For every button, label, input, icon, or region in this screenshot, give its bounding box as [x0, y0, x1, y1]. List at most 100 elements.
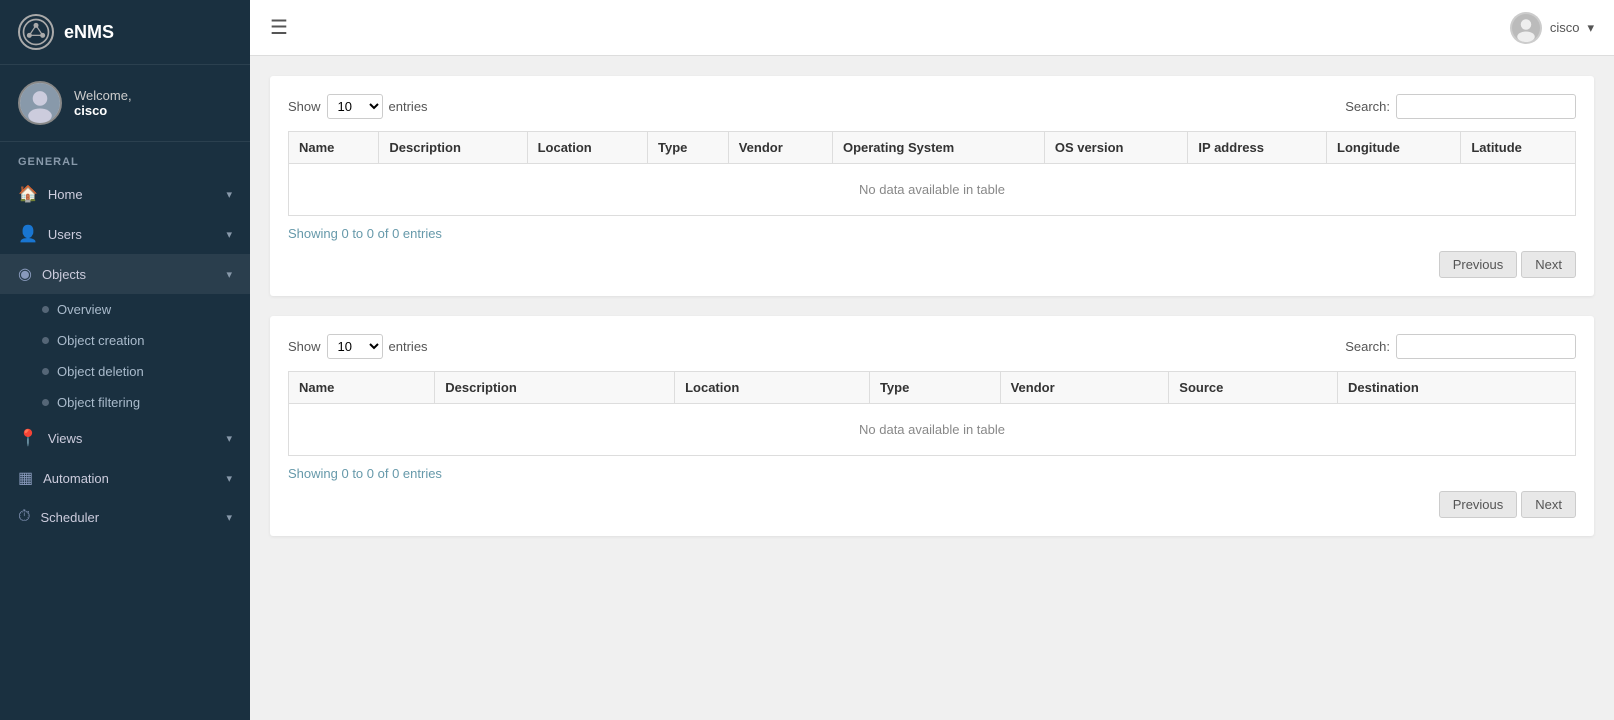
- sidebar-sub-object-creation[interactable]: Object creation: [42, 325, 250, 356]
- welcome-label: Welcome,: [74, 88, 132, 103]
- panel2-entries-label: entries: [389, 339, 428, 354]
- sidebar-item-objects[interactable]: ◉ Objects ▾: [0, 254, 250, 294]
- col2-vendor: Vendor: [1000, 372, 1169, 404]
- sidebar-item-users-label: Users: [48, 227, 82, 242]
- sidebar-item-automation-label: Automation: [43, 471, 109, 486]
- app-name: eNMS: [64, 22, 114, 43]
- panel1-controls: Show 10 25 50 100 entries Search:: [288, 94, 1576, 119]
- col-type: Type: [647, 132, 728, 164]
- col2-name: Name: [289, 372, 435, 404]
- nodes-table: Name Description Location Type Vendor Op…: [288, 131, 1576, 216]
- sidebar-sub-object-filtering[interactable]: Object filtering: [42, 387, 250, 418]
- panel2-show-label: Show: [288, 339, 321, 354]
- dot-overview: [42, 306, 49, 313]
- avatar: [18, 81, 62, 125]
- col-vendor: Vendor: [728, 132, 832, 164]
- object-creation-label: Object creation: [57, 333, 144, 348]
- views-icon: 📍: [18, 428, 38, 448]
- sidebar-sub-overview[interactable]: Overview: [42, 294, 250, 325]
- sidebar-item-home[interactable]: 🏠 Home ▾: [0, 174, 250, 214]
- panel1-showing: Showing 0 to 0 of 0 entries: [288, 226, 1576, 241]
- dot-deletion: [42, 368, 49, 375]
- col-description: Description: [379, 132, 527, 164]
- panel1-search-input[interactable]: [1396, 94, 1576, 119]
- logo-area: eNMS: [0, 0, 250, 65]
- user-area: Welcome, cisco: [0, 65, 250, 142]
- col-os-version: OS version: [1044, 132, 1188, 164]
- panel1-search-label: Search:: [1345, 99, 1390, 114]
- panel2-show-entries: Show 10 25 50 100 entries: [288, 334, 428, 359]
- col-os: Operating System: [832, 132, 1044, 164]
- sidebar: eNMS Welcome, cisco GENERAL 🏠 Home ▾ 👤 U…: [0, 0, 250, 720]
- topbar-user-icon: [1510, 12, 1542, 44]
- objects-submenu: Overview Object creation Object deletion…: [0, 294, 250, 418]
- table2-header-row: Name Description Location Type Vendor So…: [289, 372, 1576, 404]
- object-filtering-label: Object filtering: [57, 395, 140, 410]
- panel2-search-label: Search:: [1345, 339, 1390, 354]
- panel2-pagination: Previous Next: [288, 491, 1576, 518]
- panel2-controls: Show 10 25 50 100 entries Search:: [288, 334, 1576, 359]
- topbar: ☰ cisco ▾: [250, 0, 1614, 56]
- dot-filtering: [42, 399, 49, 406]
- panel1-pagination: Previous Next: [288, 251, 1576, 278]
- panel1-search-area: Search:: [1345, 94, 1576, 119]
- object-deletion-label: Object deletion: [57, 364, 144, 379]
- home-chevron: ▾: [226, 188, 232, 201]
- col-longitude: Longitude: [1327, 132, 1461, 164]
- logo-icon: [18, 14, 54, 50]
- panel1-entries-select[interactable]: 10 25 50 100: [327, 94, 383, 119]
- panel1-next-btn[interactable]: Next: [1521, 251, 1576, 278]
- panel2-search-area: Search:: [1345, 334, 1576, 359]
- users-chevron: ▾: [226, 228, 232, 241]
- dot-creation: [42, 337, 49, 344]
- sidebar-item-scheduler[interactable]: ⏱ Scheduler ▾: [0, 498, 250, 536]
- table2-no-data: No data available in table: [289, 404, 1576, 456]
- panel1-entries-label: entries: [389, 99, 428, 114]
- automation-icon: ▦: [18, 468, 33, 488]
- section-label: GENERAL: [0, 142, 250, 174]
- col-location: Location: [527, 132, 647, 164]
- username-label: cisco: [74, 103, 132, 118]
- topbar-dropdown-icon[interactable]: ▾: [1587, 20, 1594, 36]
- main-content: Show 10 25 50 100 entries Search: Name D…: [250, 56, 1614, 720]
- panel1-show-entries: Show 10 25 50 100 entries: [288, 94, 428, 119]
- objects-chevron: ▾: [226, 268, 232, 281]
- topbar-right: cisco ▾: [1510, 12, 1594, 44]
- sidebar-item-views-label: Views: [48, 431, 82, 446]
- sidebar-item-objects-label: Objects: [42, 267, 86, 282]
- sidebar-item-users[interactable]: 👤 Users ▾: [0, 214, 250, 254]
- topbar-username[interactable]: cisco: [1550, 20, 1580, 35]
- col2-source: Source: [1169, 372, 1338, 404]
- table2-no-data-row: No data available in table: [289, 404, 1576, 456]
- panel2-search-input[interactable]: [1396, 334, 1576, 359]
- automation-chevron: ▾: [226, 472, 232, 485]
- links-table: Name Description Location Type Vendor So…: [288, 371, 1576, 456]
- col2-type: Type: [869, 372, 1000, 404]
- sidebar-item-views[interactable]: 📍 Views ▾: [0, 418, 250, 458]
- nodes-panel: Show 10 25 50 100 entries Search: Name D…: [270, 76, 1594, 296]
- sidebar-item-automation[interactable]: ▦ Automation ▾: [0, 458, 250, 498]
- col-latitude: Latitude: [1461, 132, 1576, 164]
- sidebar-sub-object-deletion[interactable]: Object deletion: [42, 356, 250, 387]
- users-icon: 👤: [18, 224, 38, 244]
- sidebar-item-scheduler-label: Scheduler: [40, 510, 99, 525]
- col-name: Name: [289, 132, 379, 164]
- scheduler-icon: ⏱: [18, 508, 30, 526]
- panel1-show-label: Show: [288, 99, 321, 114]
- col2-description: Description: [435, 372, 675, 404]
- panel2-next-btn[interactable]: Next: [1521, 491, 1576, 518]
- panel1-prev-btn[interactable]: Previous: [1439, 251, 1518, 278]
- panel2-prev-btn[interactable]: Previous: [1439, 491, 1518, 518]
- scheduler-chevron: ▾: [226, 511, 232, 524]
- home-icon: 🏠: [18, 184, 38, 204]
- col-ip: IP address: [1188, 132, 1327, 164]
- col2-destination: Destination: [1337, 372, 1575, 404]
- views-chevron: ▾: [226, 432, 232, 445]
- objects-icon: ◉: [18, 264, 32, 284]
- table1-header-row: Name Description Location Type Vendor Op…: [289, 132, 1576, 164]
- panel2-entries-select[interactable]: 10 25 50 100: [327, 334, 383, 359]
- col2-location: Location: [675, 372, 870, 404]
- sidebar-item-home-label: Home: [48, 187, 83, 202]
- hamburger-button[interactable]: ☰: [270, 15, 288, 40]
- panel2-showing: Showing 0 to 0 of 0 entries: [288, 466, 1576, 481]
